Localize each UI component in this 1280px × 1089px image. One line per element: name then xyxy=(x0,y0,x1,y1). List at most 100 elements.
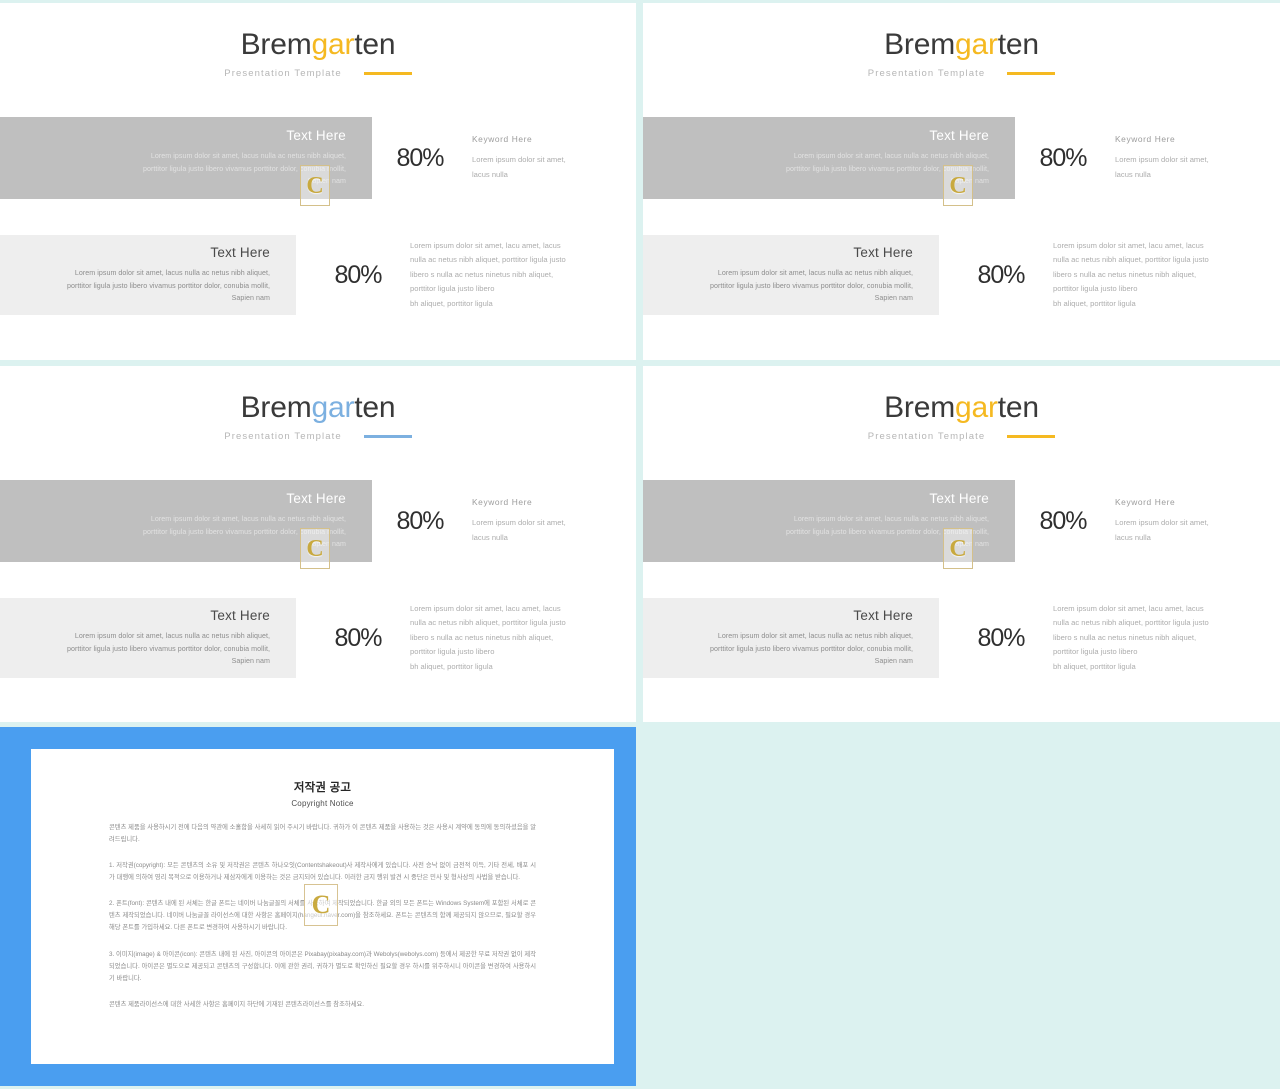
side-text-block: Lorem ipsum dolor sit amet, lacu amet, l… xyxy=(1049,239,1280,312)
brand-subtitle: Presentation Template xyxy=(867,430,986,442)
side-text-block: Lorem ipsum dolor sit amet, lacu amet, l… xyxy=(1049,602,1280,675)
side-body: Lorem ipsum dolor sit amet, lacus nulla xyxy=(1115,153,1280,182)
light-content-box[interactable]: Text Here Lorem ipsum dolor sit amet, la… xyxy=(0,598,296,678)
side-body: Lorem ipsum dolor sit amet, lacus nulla xyxy=(472,516,636,545)
wide-body: Lorem ipsum dolor sit amet, lacu amet, l… xyxy=(1053,602,1280,675)
copyright-watermark-icon: C xyxy=(943,528,973,569)
box-body-line-3: Sapien nam xyxy=(231,294,270,303)
accent-rule xyxy=(363,434,412,438)
box-title: Text Here xyxy=(210,245,270,261)
accent-rule xyxy=(1007,434,1056,438)
wide-body-line-4: porttitor ligula justo libero xyxy=(410,647,495,657)
wide-body-line-2: nulla ac netus nibh aliquet, porttitor l… xyxy=(410,618,566,628)
box-body-line-1: Lorem ipsum dolor sit amet, lacus nulla … xyxy=(74,269,270,278)
wide-body-line-1: Lorem ipsum dolor sit amet, lacu amet, l… xyxy=(410,603,561,613)
subtitle-row: Presentation Template xyxy=(643,431,1280,442)
wide-body-line-4: porttitor ligula justo libero xyxy=(1053,647,1138,657)
content-row-2: Text Here Lorem ipsum dolor sit amet, la… xyxy=(643,598,1280,678)
brand-accent: gar xyxy=(955,28,998,61)
light-content-box[interactable]: Text Here Lorem ipsum dolor sit amet, la… xyxy=(643,235,939,315)
slide-deck-preview: Bremgarten Presentation Template Text He… xyxy=(0,0,1280,1089)
box-body-line-1: Lorem ipsum dolor sit amet, lacus nulla … xyxy=(74,632,270,641)
side-text-block: Lorem ipsum dolor sit amet, lacu amet, l… xyxy=(406,602,636,675)
keyword-label: Keyword Here xyxy=(1115,497,1176,508)
box-body-line-1: Lorem ipsum dolor sit amet, lacus nulla … xyxy=(793,515,989,524)
box-body: Lorem ipsum dolor sit amet, lacus nulla … xyxy=(710,630,913,668)
copyright-watermark-icon: C xyxy=(300,528,330,569)
accent-rule xyxy=(1007,71,1056,75)
wide-body-line-5: bh aliquet, porttitor ligula xyxy=(1053,661,1136,671)
keyword-label: Keyword Here xyxy=(472,134,533,145)
wide-body-line-1: Lorem ipsum dolor sit amet, lacu amet, l… xyxy=(1053,603,1204,613)
wide-body-line-3: libero s nulla ac netus ninetus nibh ali… xyxy=(410,632,554,642)
percent-value: 80% xyxy=(1039,506,1087,535)
copyright-footer-paragraph: 콘텐츠 제품라이선스에 대한 사세한 사항은 홈페이지 하단에 기재된 콘텐츠라… xyxy=(109,1000,365,1008)
box-body-line-2: porttitor ligula justo libero vivamus po… xyxy=(709,644,913,653)
brand-accent: gar xyxy=(311,391,355,424)
wide-body-line-1: Lorem ipsum dolor sit amet, lacu amet, l… xyxy=(410,240,561,250)
dark-content-box[interactable]: Text Here Lorem ipsum dolor sit amet, la… xyxy=(643,117,1015,206)
side-text-block: Keyword Here Lorem ipsum dolor sit amet,… xyxy=(468,134,636,182)
wide-body-line-4: porttitor ligula justo libero xyxy=(1053,284,1138,294)
wide-body-line-3: libero s nulla ac netus ninetus nibh ali… xyxy=(1053,269,1197,279)
box-body-line-1: Lorem ipsum dolor sit amet, lacus nulla … xyxy=(150,152,346,161)
brand-part-1: Brem xyxy=(884,28,955,61)
brand-title: Bremgarten xyxy=(643,392,1280,424)
side-text-block: Keyword Here Lorem ipsum dolor sit amet,… xyxy=(468,497,636,545)
slide-3[interactable]: Bremgarten Presentation Template Text He… xyxy=(0,366,636,722)
brand-accent: gar xyxy=(311,28,355,61)
wide-body-line-5: bh aliquet, porttitor ligula xyxy=(1053,298,1136,308)
percent-value: 80% xyxy=(977,623,1025,652)
brand-part-3: ten xyxy=(997,391,1039,424)
copyright-title-english: Copyright Notice xyxy=(291,799,354,808)
wide-body-line-2: nulla ac netus nibh aliquet, porttitor l… xyxy=(410,255,566,265)
side-body: Lorem ipsum dolor sit amet, lacus nulla xyxy=(1115,516,1280,545)
slide-2-header: Bremgarten Presentation Template xyxy=(643,3,1280,79)
dark-content-box[interactable]: Text Here Lorem ipsum dolor sit amet, la… xyxy=(0,480,372,569)
brand-part-3: ten xyxy=(354,28,396,61)
copyright-watermark-icon: C xyxy=(304,884,338,926)
light-content-box[interactable]: Text Here Lorem ipsum dolor sit amet, la… xyxy=(0,235,296,315)
side-body-line-1: Lorem ipsum dolor sit amet, xyxy=(1115,155,1209,165)
box-body-line-1: Lorem ipsum dolor sit amet, lacus nulla … xyxy=(717,632,913,641)
percent-value: 80% xyxy=(1039,143,1087,172)
accent-rule xyxy=(363,71,412,75)
dark-content-box[interactable]: Text Here Lorem ipsum dolor sit amet, la… xyxy=(643,480,1015,569)
brand-subtitle: Presentation Template xyxy=(867,67,986,79)
wide-body-line-5: bh aliquet, porttitor ligula xyxy=(410,298,493,308)
side-body-line-2: lacus nulla xyxy=(1115,169,1151,179)
content-row-1: Text Here Lorem ipsum dolor sit amet, la… xyxy=(0,480,636,569)
brand-part-3: ten xyxy=(997,28,1039,61)
box-body-line-3: Sapien nam xyxy=(874,657,913,666)
wide-body-line-3: libero s nulla ac netus ninetus nibh ali… xyxy=(1053,632,1197,642)
content-row-2: Text Here Lorem ipsum dolor sit amet, la… xyxy=(0,235,636,315)
wide-body-line-1: Lorem ipsum dolor sit amet, lacu amet, l… xyxy=(1053,240,1204,250)
box-body-line-3: Sapien nam xyxy=(231,657,270,666)
light-content-box[interactable]: Text Here Lorem ipsum dolor sit amet, la… xyxy=(643,598,939,678)
slide-4[interactable]: Bremgarten Presentation Template Text He… xyxy=(643,366,1280,722)
content-row-2: Text Here Lorem ipsum dolor sit amet, la… xyxy=(0,598,636,678)
wide-body: Lorem ipsum dolor sit amet, lacu amet, l… xyxy=(410,239,636,312)
brand-part-3: ten xyxy=(354,391,396,424)
brand-title: Bremgarten xyxy=(0,29,636,61)
brand-part-1: Brem xyxy=(884,391,955,424)
side-text-block: Keyword Here Lorem ipsum dolor sit amet,… xyxy=(1111,497,1280,545)
dark-content-box[interactable]: Text Here Lorem ipsum dolor sit amet, la… xyxy=(0,117,372,206)
subtitle-row: Presentation Template xyxy=(0,431,636,442)
box-title: Text Here xyxy=(929,128,989,144)
content-row-1: Text Here Lorem ipsum dolor sit amet, la… xyxy=(0,117,636,206)
box-title: Text Here xyxy=(210,608,270,624)
slide-1[interactable]: Bremgarten Presentation Template Text He… xyxy=(0,3,636,360)
wide-body-line-2: nulla ac netus nibh aliquet, porttitor l… xyxy=(1053,255,1209,265)
box-body: Lorem ipsum dolor sit amet, lacus nulla … xyxy=(67,267,270,305)
side-body: Lorem ipsum dolor sit amet, lacus nulla xyxy=(472,153,636,182)
box-body-line-2: porttitor ligula justo libero vivamus po… xyxy=(709,281,913,290)
box-body: Lorem ipsum dolor sit amet, lacus nulla … xyxy=(710,267,913,305)
brand-title: Bremgarten xyxy=(643,29,1280,61)
box-body-line-3: Sapien nam xyxy=(874,294,913,303)
percent-value: 80% xyxy=(396,143,444,172)
wide-body-line-2: nulla ac netus nibh aliquet, porttitor l… xyxy=(1053,618,1209,628)
copyright-title-korean: 저작권 공고 xyxy=(293,782,352,794)
box-title: Text Here xyxy=(286,491,346,507)
slide-2[interactable]: Bremgarten Presentation Template Text He… xyxy=(643,3,1280,360)
